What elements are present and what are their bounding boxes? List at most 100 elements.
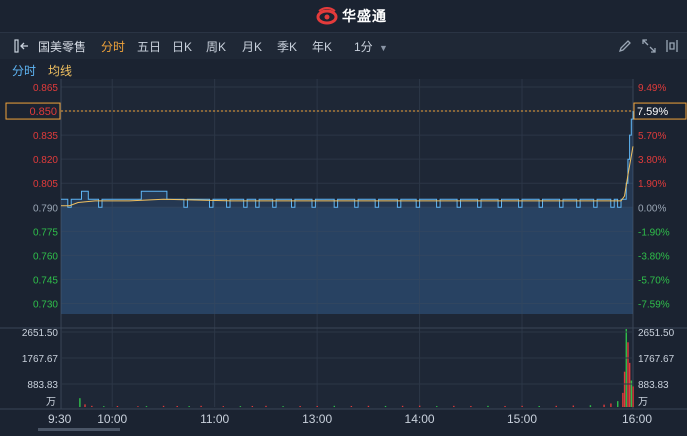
volume-bar — [116, 405, 119, 407]
avg-line-toggle[interactable]: 均线 — [48, 62, 72, 79]
price-tick-label: 0.745 — [33, 275, 58, 286]
volume-bar — [239, 406, 242, 407]
expand-icon[interactable] — [641, 38, 657, 54]
volume-bar — [222, 406, 225, 407]
price-tick-label: 0.820 — [33, 155, 58, 166]
volume-bar — [251, 405, 254, 407]
time-axis-label: 10:00 — [97, 412, 127, 426]
brand-logo: 华盛通 — [316, 6, 387, 26]
price-tick-label: 0.775 — [33, 227, 58, 238]
volume-tick-label-right: 883.83 — [638, 380, 669, 391]
chevron-down-icon: ▼ — [379, 43, 388, 53]
volume-bar — [589, 405, 592, 407]
volume-bar — [350, 405, 353, 407]
last-price-badge-label: 0.850 — [29, 106, 57, 118]
pencil-icon[interactable] — [617, 38, 633, 54]
app-header: 华盛通 — [0, 0, 687, 32]
volume-bar — [188, 406, 190, 407]
volume-bar — [282, 406, 284, 407]
volume-bar — [504, 405, 506, 407]
volume-bar — [137, 406, 139, 407]
volume-bar — [333, 405, 335, 407]
volume-bar — [572, 405, 575, 407]
pct-tick-label: -1.90% — [638, 227, 670, 238]
volume-bar — [84, 404, 86, 407]
volume-bar — [470, 405, 472, 407]
volume-unit-left: 万 — [46, 397, 56, 408]
tab-week-k[interactable]: 周K — [206, 38, 226, 55]
tab-five-day[interactable]: 五日 — [137, 38, 161, 55]
tab-quarter-k[interactable]: 季K — [277, 38, 297, 55]
volume-bar — [436, 406, 438, 407]
chart-canvas[interactable]: 0.865 0.850 0.835 0.820 0.805 0.790 0.775 0.760… — [0, 79, 687, 431]
volume-bar — [622, 392, 624, 407]
price-tick-label: 0.865 — [33, 83, 58, 94]
volume-bar — [91, 405, 93, 407]
last-pct-badge-label: 7.59% — [637, 106, 668, 118]
interval-select[interactable]: 1分 ▼ — [354, 38, 388, 55]
pct-tick-label: 1.90% — [638, 179, 666, 190]
sidebar-toggle-icon[interactable] — [14, 38, 30, 54]
volume-bar — [538, 405, 540, 407]
pct-tick-label: -5.70% — [638, 275, 670, 286]
time-axis-label: 14:00 — [405, 412, 435, 426]
pct-tick-label: 5.70% — [638, 131, 666, 142]
volume-bar — [521, 405, 523, 407]
price-tick-label: 0.730 — [33, 300, 58, 311]
volume-bar — [367, 405, 370, 407]
volume-bar — [145, 406, 148, 407]
volume-bar — [627, 342, 629, 407]
volume-bar — [401, 405, 404, 407]
volume-bar — [453, 405, 455, 407]
volume-bar — [79, 398, 81, 407]
tab-intraday[interactable]: 分时 — [101, 38, 125, 55]
intraday-line-toggle[interactable]: 分时 — [12, 62, 36, 79]
volume-unit-right: 万 — [638, 397, 648, 408]
pct-tick-label: -3.80% — [638, 251, 670, 262]
brand-mark-icon — [316, 7, 338, 25]
price-tick-label: 0.790 — [33, 203, 58, 214]
interval-value: 1分 — [354, 40, 373, 54]
time-axis-label: 15:00 — [507, 412, 537, 426]
volume-tick-label-left: 1767.67 — [22, 354, 59, 365]
volume-bar — [418, 405, 421, 407]
fullscreen-icon[interactable] — [664, 38, 680, 54]
volume-bar — [265, 405, 267, 407]
time-axis-label: 16:00 — [622, 412, 652, 426]
volume-bar — [384, 405, 387, 407]
price-tick-label: 0.835 — [33, 131, 58, 142]
volume-bar — [299, 405, 301, 407]
volume-bar — [176, 405, 178, 407]
pct-tick-label: 9.49% — [638, 83, 666, 94]
time-axis-label: 11:00 — [200, 412, 229, 426]
chart-toolbar: 国美零售 分时 五日 日K 周K 月K 季K 年K 1分 ▼ — [0, 32, 687, 60]
volume-bar — [200, 405, 202, 407]
volume-tick-label-right: 2651.50 — [638, 328, 675, 339]
volume-bar — [628, 362, 631, 407]
price-tick-label: 0.760 — [33, 251, 58, 262]
volume-bar — [162, 405, 165, 407]
pct-tick-label: 0.00% — [638, 203, 666, 214]
tab-day-k[interactable]: 日K — [172, 38, 192, 55]
price-tick-label: 0.805 — [33, 179, 58, 190]
time-axis-label: 13:00 — [302, 412, 332, 426]
volume-bar — [487, 405, 489, 407]
volume-bar — [316, 405, 318, 407]
volume-bar — [632, 386, 634, 407]
pct-tick-label: 3.80% — [638, 155, 666, 166]
tab-month-k[interactable]: 月K — [242, 38, 262, 55]
pct-tick-label: -7.59% — [638, 300, 670, 311]
intraday-chart: 0.865 0.850 0.835 0.820 0.805 0.790 0.775 0.760… — [0, 79, 687, 431]
stock-name[interactable]: 国美零售 — [38, 38, 86, 55]
tab-year-k[interactable]: 年K — [312, 38, 332, 55]
volume-bar — [555, 405, 557, 407]
volume-bar — [617, 401, 619, 407]
time-axis-label: 9:30 — [48, 412, 72, 426]
volume-bar — [623, 371, 626, 407]
volume-tick-label-right: 1767.67 — [638, 354, 675, 365]
indicator-bar: 分时 均线 — [0, 59, 687, 79]
volume-bar — [103, 406, 105, 407]
volume-bar — [625, 329, 627, 407]
volume-bar — [603, 404, 605, 407]
volume-tick-label-left: 883.83 — [27, 380, 58, 391]
